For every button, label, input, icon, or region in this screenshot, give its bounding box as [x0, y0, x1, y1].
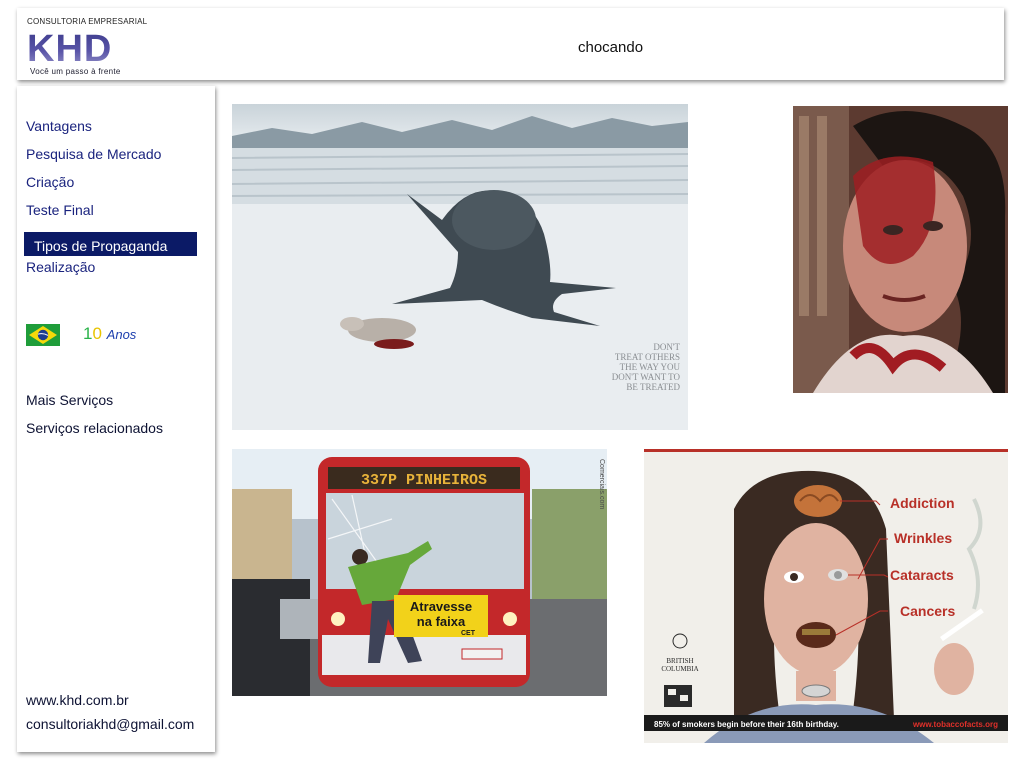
- logo-mark-text: KHD: [27, 29, 112, 65]
- smoking-ad-image: Addiction Wrinkles Cataracts Cancers BRI…: [644, 449, 1008, 743]
- injured-face-ad-image: [793, 106, 1008, 393]
- svg-text:85% of smokers begin before th: 85% of smokers begin before their 16th b…: [654, 720, 839, 729]
- svg-text:CET: CET: [461, 630, 476, 637]
- sidebar-item-servicos-relacionados[interactable]: Serviços relacionados: [26, 420, 163, 436]
- svg-text:Atravesse: Atravesse: [410, 599, 472, 614]
- svg-text:BE TREATED: BE TREATED: [626, 382, 680, 392]
- badge-digit-0: 0: [92, 324, 102, 343]
- svg-text:DON'T: DON'T: [653, 342, 680, 352]
- svg-text:TREAT OTHERS: TREAT OTHERS: [615, 352, 680, 362]
- seal-ad-image: DON'T TREAT OTHERS THE WAY YOU DON'T WAN…: [232, 104, 688, 430]
- svg-text:www.tobaccofacts.org: www.tobaccofacts.org: [912, 720, 998, 729]
- header-bar: CONSULTORIA EMPRESARIAL KHD Você um pass…: [17, 8, 1004, 80]
- page-title: chocando: [578, 39, 644, 56]
- ten-years-badge: 10 Anos: [83, 324, 136, 344]
- sidebar-item-tipos-de-propaganda[interactable]: Tipos de Propaganda: [24, 232, 197, 256]
- sidebar-item-vantagens[interactable]: Vantagens: [26, 118, 92, 134]
- svg-text:na faixa: na faixa: [417, 614, 466, 629]
- khd-logo[interactable]: CONSULTORIA EMPRESARIAL KHD Você um pass…: [27, 17, 147, 79]
- sidebar: Vantagens Pesquisa de Mercado Criação Te…: [17, 86, 215, 752]
- svg-text:Cancers: Cancers: [900, 603, 955, 619]
- sidebar-item-criacao[interactable]: Criação: [26, 174, 74, 190]
- logo-top-text: CONSULTORIA EMPRESARIAL: [27, 17, 148, 26]
- badge-word: Anos: [106, 327, 137, 342]
- bus-ad-image: 337P PINHEIROS Atravesse na faixa CET Co…: [232, 449, 607, 696]
- svg-text:DON'T WANT TO: DON'T WANT TO: [612, 372, 681, 382]
- logo-tagline: Você um passo à frente: [30, 67, 121, 76]
- svg-text:Comerciais.com: Comerciais.com: [598, 459, 605, 509]
- svg-text:Cataracts: Cataracts: [890, 567, 954, 583]
- svg-text:COLUMBIA: COLUMBIA: [661, 665, 698, 673]
- sidebar-item-mais-servicos[interactable]: Mais Serviços: [26, 392, 113, 408]
- sidebar-item-label: Tipos de Propaganda: [34, 238, 168, 254]
- svg-text:Addiction: Addiction: [890, 495, 955, 511]
- khd-logo-mark: KHD: [27, 29, 112, 65]
- svg-text:THE WAY YOU: THE WAY YOU: [620, 362, 681, 372]
- email-link[interactable]: consultoriakhd@gmail.com: [26, 716, 194, 732]
- sidebar-item-realizacao[interactable]: Realização: [26, 259, 95, 275]
- brazil-flag-icon: [26, 324, 60, 346]
- svg-text:Wrinkles: Wrinkles: [894, 530, 952, 546]
- svg-text:BRITISH: BRITISH: [666, 657, 693, 665]
- sidebar-item-teste-final[interactable]: Teste Final: [26, 202, 94, 218]
- sidebar-item-pesquisa-de-mercado[interactable]: Pesquisa de Mercado: [26, 146, 161, 162]
- svg-text:337P PINHEIROS: 337P PINHEIROS: [361, 472, 487, 489]
- website-link[interactable]: www.khd.com.br: [26, 692, 129, 708]
